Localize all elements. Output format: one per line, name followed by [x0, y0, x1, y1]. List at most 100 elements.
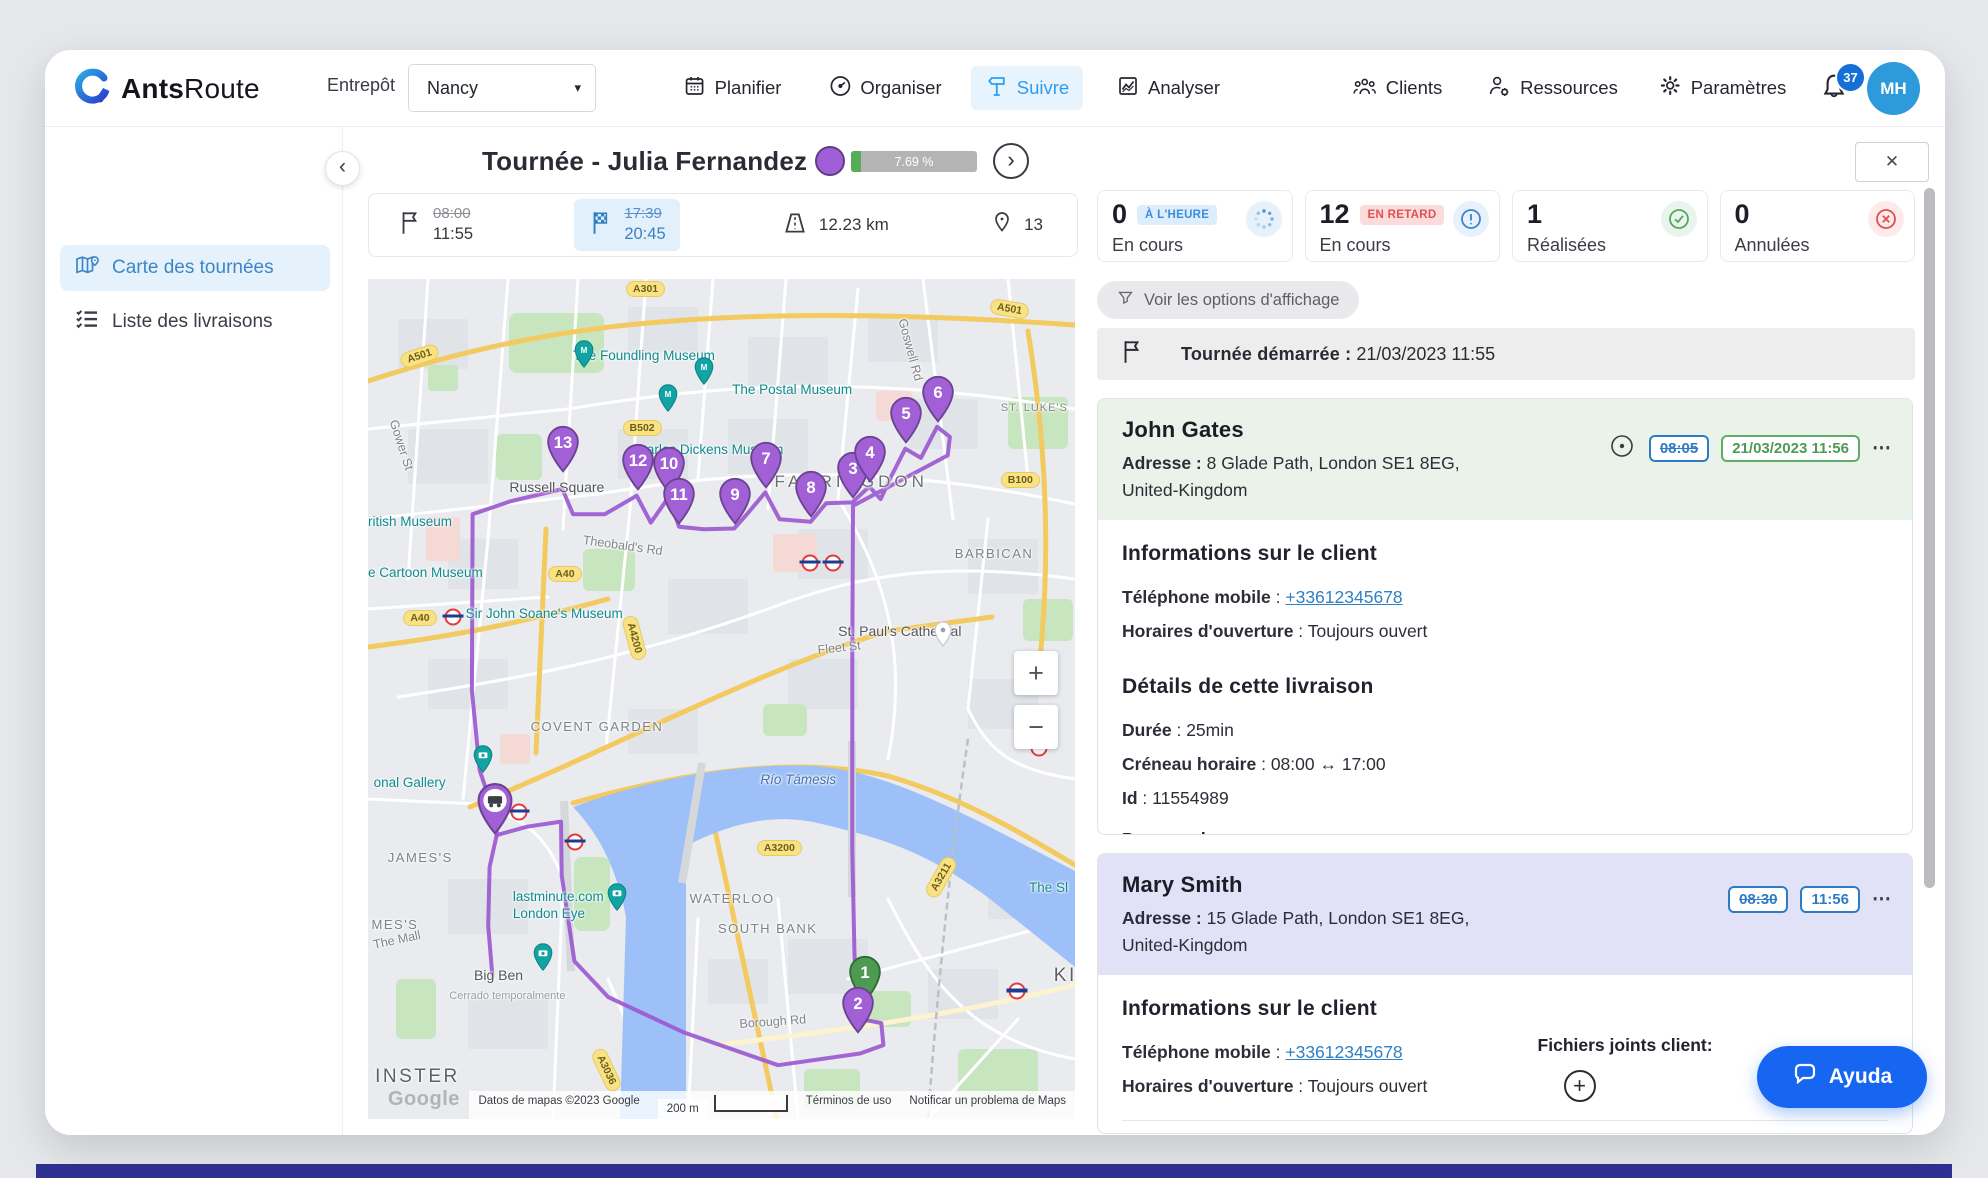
map-label: BARBICAN — [955, 546, 1033, 562]
map-label: The Sl — [1029, 880, 1068, 897]
zoom-out-button[interactable]: − — [1014, 705, 1058, 749]
delivery-card-john-gates[interactable]: John Gates Adresse : 8 Glade Path, Londo… — [1097, 398, 1913, 835]
gauge-icon — [828, 74, 852, 103]
late-badge: EN RETARD — [1360, 205, 1445, 225]
nav-label: Paramètres — [1691, 77, 1787, 99]
svg-text:2: 2 — [853, 993, 862, 1012]
phone-label: Téléphone mobile — [1122, 587, 1271, 607]
panel-scrollbar[interactable] — [1924, 188, 1935, 888]
stop-marker-11[interactable]: 11 — [660, 477, 698, 529]
stop-marker-13[interactable]: 13 — [544, 426, 582, 478]
display-options-button[interactable]: Voir les options d'affichage — [1097, 281, 1359, 319]
warehouse-select[interactable]: Nancy ▾ — [408, 64, 596, 112]
phone-link[interactable]: +33612345678 — [1285, 1042, 1402, 1062]
proofs-label: Preuves de passage: — [1122, 829, 1296, 835]
hours-label: Horaires d'ouverture — [1122, 1076, 1293, 1096]
road-badge: A40 — [403, 610, 436, 626]
nav-suivre[interactable]: Suivre — [971, 66, 1083, 110]
status-card-cancelled: 0 Annulées — [1720, 190, 1916, 262]
map-label: Big Ben — [474, 967, 523, 985]
route-title: Tournée - Julia Fernandez — [482, 146, 807, 177]
nav-planifier[interactable]: Planifier — [669, 66, 796, 110]
stat-stops: 13 — [990, 210, 1043, 241]
map-label: Fleet St — [817, 638, 861, 658]
address-line1: 15 Glade Path, London SE1 8EG, — [1207, 908, 1470, 928]
hours-value: Toujours ouvert — [1308, 621, 1428, 641]
map-terms-link[interactable]: Términos de uso — [797, 1091, 901, 1119]
nav-organiser[interactable]: Organiser — [814, 66, 955, 110]
map-attribution: Datos de mapas ©2023 Google 200 m Términ… — [469, 1091, 1075, 1119]
status-label: Annulées — [1735, 235, 1901, 256]
map-canvas[interactable]: The Foundling MuseumThe Postal MuseumCha… — [368, 279, 1075, 1119]
avatar[interactable]: MH — [1867, 62, 1920, 115]
map-report-link[interactable]: Notificar un problema de Maps — [900, 1091, 1075, 1119]
duration-label: Durée — [1122, 720, 1172, 740]
svg-text:M: M — [581, 346, 588, 355]
delivery-header: John Gates Adresse : 8 Glade Path, Londo… — [1098, 399, 1912, 520]
stop-marker-8[interactable]: 8 — [792, 470, 830, 522]
map-poi-pin-icon — [472, 745, 494, 778]
road-badge: A501 — [989, 298, 1030, 321]
svg-text:5: 5 — [901, 404, 910, 423]
collapse-panel-button[interactable]: ‹ — [325, 151, 360, 186]
antsroute-logo: AntsRoute — [73, 66, 260, 111]
notifications-button[interactable]: 37 — [1819, 72, 1851, 106]
close-icon: ✕ — [1885, 152, 1899, 172]
phone-label: Téléphone mobile — [1122, 1042, 1271, 1062]
sidebar-item-label: Carte des tournées — [112, 257, 274, 279]
flag-icon — [1119, 338, 1145, 371]
map-label: Goswell Rd — [894, 317, 926, 383]
road-badge: A301 — [626, 281, 665, 297]
nav-label: Ressources — [1520, 77, 1618, 99]
status-card-done: 1 Réalisées — [1512, 190, 1708, 262]
svg-text:M: M — [700, 363, 707, 372]
stop-marker-2[interactable]: 2 — [839, 986, 877, 1038]
zoom-in-button[interactable]: + — [1014, 651, 1058, 695]
vehicle-marker[interactable] — [474, 783, 516, 840]
svg-text:4: 4 — [865, 442, 875, 461]
cancelled-count: 0 — [1735, 201, 1750, 228]
nav-analyser[interactable]: Analyser — [1102, 66, 1234, 110]
road-badge: A40 — [548, 566, 581, 582]
map-poi-pin-icon — [933, 621, 953, 652]
client-info-title: Informations sur le client — [1122, 997, 1888, 1021]
map-label: lastminute.com London Eye — [513, 889, 604, 923]
background-strip — [36, 1164, 1952, 1178]
id-label: Id — [1122, 788, 1138, 808]
people-icon — [1352, 74, 1378, 103]
nav-ressources[interactable]: Ressources — [1472, 66, 1632, 110]
sidebar-item-carte-des-tournees[interactable]: Carte des tournées — [60, 245, 330, 291]
map-label: WATERLOO — [690, 891, 775, 907]
chat-bubble-icon — [1792, 1062, 1818, 1092]
nav-label: Analyser — [1148, 77, 1220, 99]
target-icon[interactable] — [1607, 431, 1637, 466]
nav-parametres[interactable]: Paramètres — [1644, 66, 1801, 110]
plus-icon: + — [1573, 1073, 1586, 1099]
nav-clients[interactable]: Clients — [1338, 66, 1457, 110]
svg-text:8: 8 — [807, 478, 816, 497]
add-attachment-button[interactable]: + — [1564, 1070, 1596, 1102]
antsroute-logo-icon — [73, 66, 113, 111]
logo-text: AntsRoute — [121, 73, 260, 105]
pin-icon — [990, 210, 1014, 241]
on-time-badge: À L'HEURE — [1137, 205, 1217, 225]
route-stats-card: 08:0011:55 17:3920:45 12.23 km 13 — [368, 193, 1078, 257]
alert-circle-icon — [1453, 201, 1489, 237]
more-menu-icon[interactable]: ⋯ — [1872, 888, 1892, 911]
stop-marker-4[interactable]: 4 — [851, 435, 889, 487]
close-panel-button[interactable]: ✕ — [1855, 142, 1929, 182]
sidebar-item-liste-des-livraisons[interactable]: Liste des livraisons — [60, 299, 330, 345]
more-menu-icon[interactable]: ⋯ — [1872, 437, 1892, 460]
svg-text:11: 11 — [670, 484, 688, 503]
road-badge: A4200 — [621, 614, 648, 662]
hours-value: Toujours ouvert — [1308, 1076, 1428, 1096]
phone-link[interactable]: +33612345678 — [1285, 587, 1402, 607]
route-started-bar: Tournée démarrée : 21/03/2023 11:55 — [1097, 328, 1915, 380]
next-route-button[interactable]: › — [993, 143, 1029, 179]
slot-value: 08:00 ↔ 17:00 — [1271, 754, 1386, 774]
underground-roundel-icon — [825, 554, 842, 571]
stop-marker-7[interactable]: 7 — [747, 441, 785, 493]
stop-marker-6[interactable]: 6 — [919, 376, 957, 428]
address-line2: United-Kingdom — [1122, 480, 1247, 500]
help-button[interactable]: Ayuda — [1757, 1046, 1927, 1108]
